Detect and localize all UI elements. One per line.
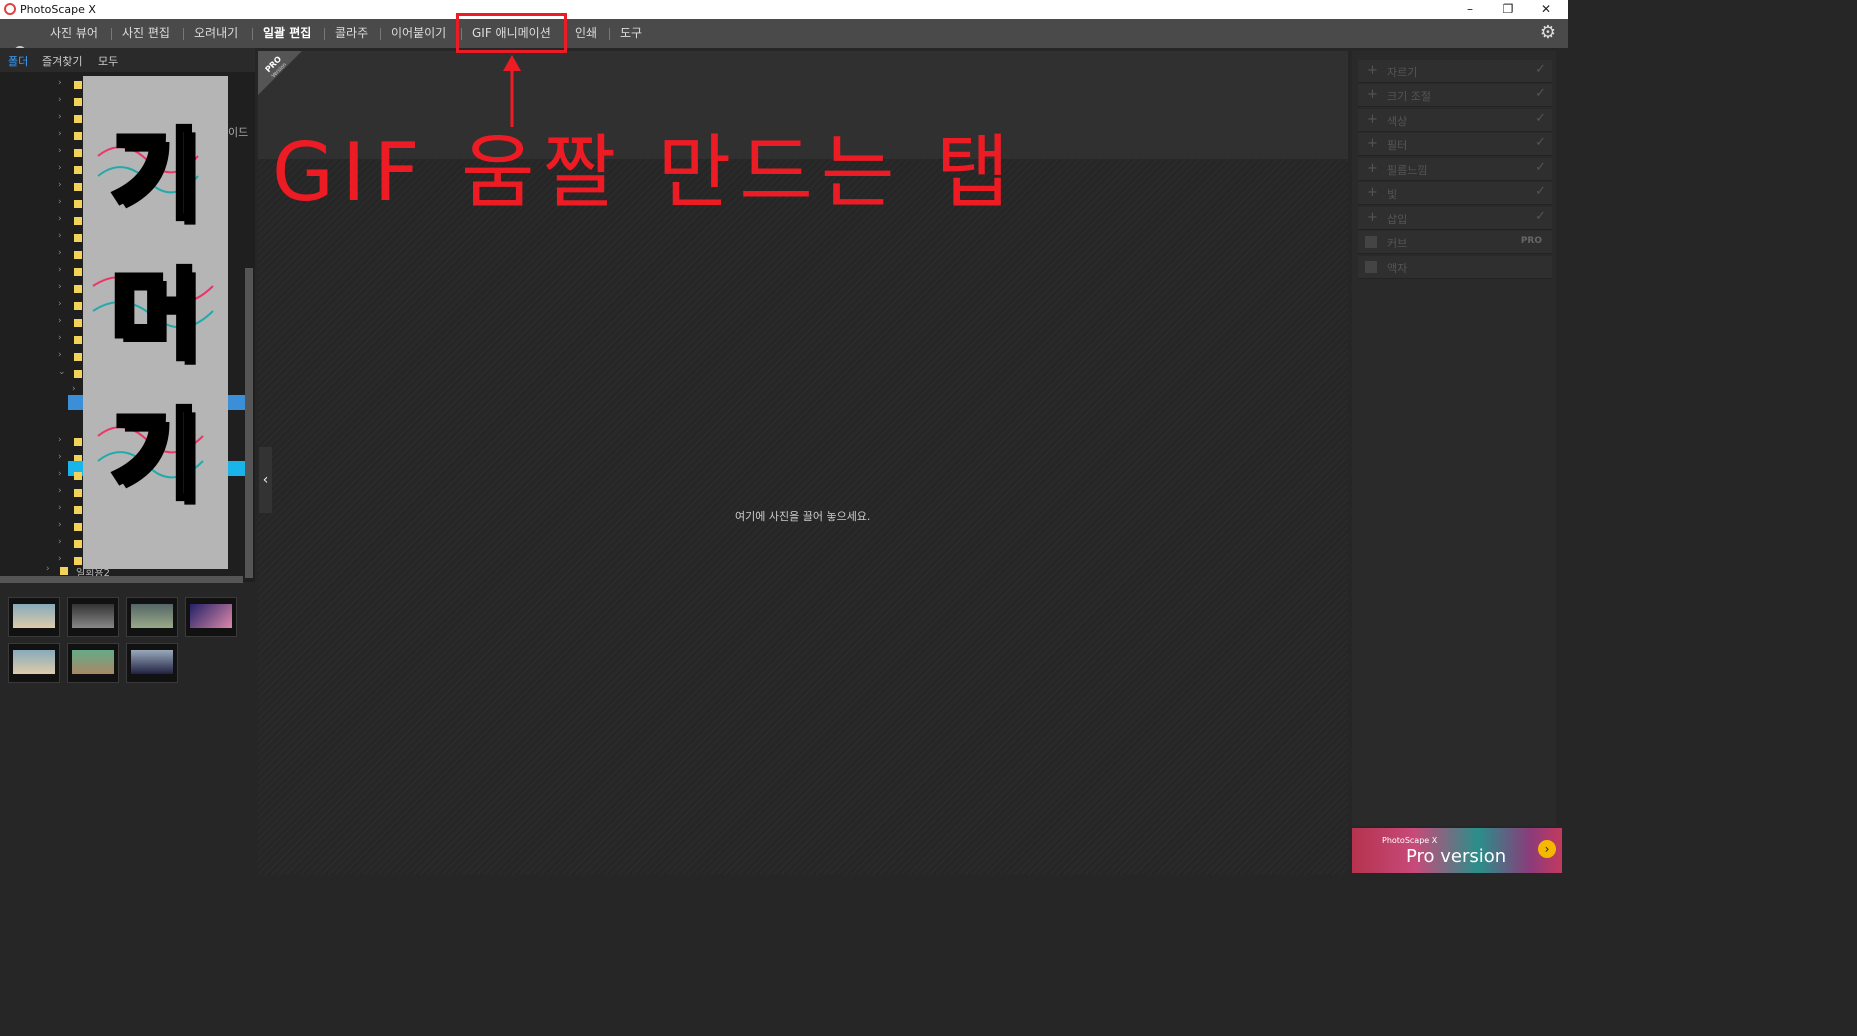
menu-collage[interactable]: 콜라주 (335, 24, 368, 42)
sticker-char-2: 머 (108, 257, 203, 376)
tab-favorites[interactable]: 즐겨찾기 (42, 53, 82, 69)
sticker-char-1: 기 (108, 117, 203, 236)
menu-combine[interactable]: 이어붙이기 (391, 24, 446, 42)
menu-photo-editor[interactable]: 사진 편집 (122, 24, 170, 42)
check-icon: ✓ (1535, 160, 1546, 175)
menu-photo-viewer[interactable]: 사진 뷰어 (50, 24, 98, 42)
check-icon: ✓ (1535, 209, 1546, 224)
thumbnail[interactable] (126, 597, 178, 637)
minimize-button[interactable]: – (1451, 0, 1489, 19)
menu-cut-out[interactable]: 오려내기 (194, 24, 238, 42)
option-crop[interactable]: + 자르기 ✓ (1358, 60, 1552, 83)
sticker-char-3: 기 (108, 397, 203, 516)
option-insert[interactable]: + 삽입 ✓ (1358, 207, 1552, 230)
option-curve[interactable]: 커브 PRO (1358, 231, 1552, 254)
option-color[interactable]: + 색상 ✓ (1358, 109, 1552, 132)
left-panel: 폴더 즐겨찾기 모두 › › › › › › › › › › › › › › ›… (0, 48, 255, 875)
plus-icon: + (1367, 136, 1378, 151)
thumbnail[interactable] (185, 597, 237, 637)
main-menu-bar: 사진 뷰어 사진 편집 오려내기 일괄 편집 콜라주 이어붙이기 GIF 애니메… (0, 19, 1568, 61)
gear-icon[interactable]: ⚙ (1538, 23, 1558, 43)
pro-badge: PRO (1520, 236, 1542, 246)
plus-icon: + (1367, 63, 1378, 78)
plus-icon: + (1367, 161, 1378, 176)
restore-button[interactable]: ❐ (1489, 0, 1527, 19)
checkbox (1365, 236, 1377, 248)
checkbox (1365, 261, 1377, 273)
tree-scrollbar-horizontal[interactable] (0, 576, 243, 583)
plus-icon: + (1367, 185, 1378, 200)
annotation-arrow-icon (503, 55, 521, 127)
app-logo-icon (4, 3, 16, 15)
tree-label-fragment: 이드 (228, 126, 249, 139)
option-light[interactable]: + 빛 ✓ (1358, 182, 1552, 205)
check-icon: ✓ (1535, 135, 1546, 150)
thumbnail[interactable] (8, 597, 60, 637)
pro-version-ad[interactable]: PhotoScape X Pro version › (1352, 828, 1562, 873)
title-bar: PhotoScape X – ❐ ✕ (0, 0, 1568, 19)
plus-icon: + (1367, 112, 1378, 127)
menu-tools[interactable]: 도구 (620, 24, 642, 42)
drop-hint: 여기에 사진을 끌어 놓으세요. (735, 510, 871, 523)
menu-print[interactable]: 인쇄 (575, 24, 597, 42)
check-icon: ✓ (1535, 86, 1546, 101)
window-title: PhotoScape X (20, 3, 96, 16)
check-icon: ✓ (1535, 62, 1546, 77)
close-button[interactable]: ✕ (1527, 0, 1565, 19)
option-film[interactable]: + 필름느낌 ✓ (1358, 158, 1552, 181)
browser-subtabs: 폴더 즐겨찾기 모두 (0, 48, 255, 72)
arrow-right-icon[interactable]: › (1538, 840, 1556, 858)
pro-version-ribbon[interactable]: PRO Version (258, 51, 302, 95)
thumbnail[interactable] (126, 643, 178, 683)
option-resize[interactable]: + 크기 조절 ✓ (1358, 84, 1552, 107)
option-frame[interactable]: 액자 (1358, 256, 1552, 279)
thumbnail[interactable] (8, 643, 60, 683)
tree-scrollbar-vertical[interactable] (245, 268, 253, 578)
collapse-panel-button[interactable]: ‹ (259, 447, 272, 513)
annotation-label: GIF 움짤 만드는 탭 (272, 126, 1018, 219)
thumbnail[interactable] (67, 643, 119, 683)
tab-all[interactable]: 모두 (98, 53, 118, 69)
thumbnail[interactable] (67, 597, 119, 637)
check-icon: ✓ (1535, 111, 1546, 126)
check-icon: ✓ (1535, 184, 1546, 199)
sticker-overlay-image: 기 머 기 (83, 76, 228, 569)
plus-icon: + (1367, 210, 1378, 225)
menu-batch-edit[interactable]: 일괄 편집 (263, 24, 311, 42)
tab-folder[interactable]: 폴더 (8, 53, 28, 69)
annotation-highlight-box (456, 13, 567, 53)
option-filter[interactable]: + 필터 ✓ (1358, 133, 1552, 156)
plus-icon: + (1367, 87, 1378, 102)
